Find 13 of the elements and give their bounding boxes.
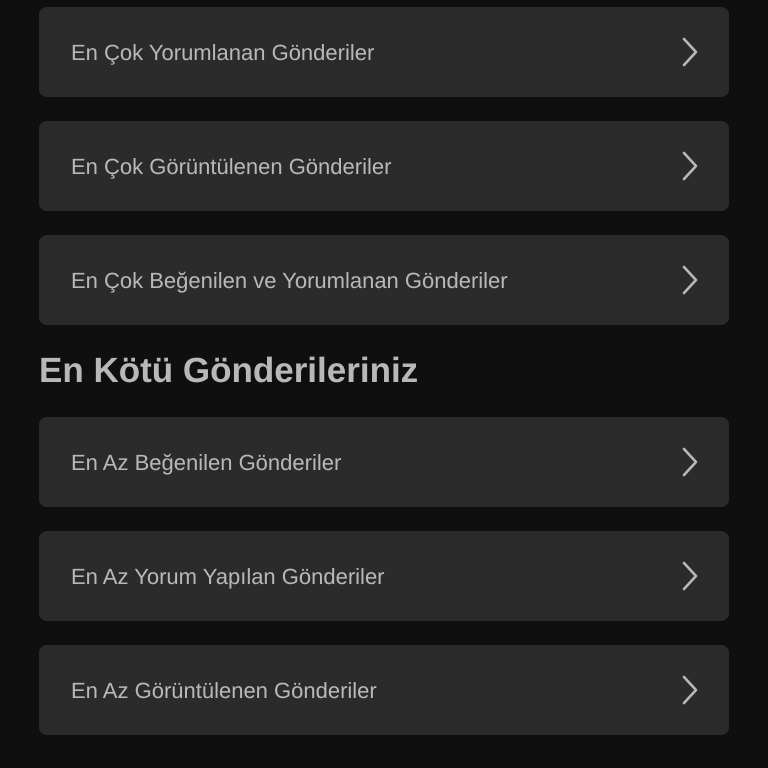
chevron-right-icon: [681, 675, 699, 705]
menu-item[interactable]: En Az Yorum Yapılan Gönderiler: [39, 531, 729, 621]
chevron-right-icon: [681, 151, 699, 181]
chevron-right-icon: [681, 561, 699, 591]
menu-item[interactable]: En Çok Yorumlanan Gönderiler: [39, 7, 729, 97]
chevron-right-icon: [681, 37, 699, 67]
chevron-right-icon: [681, 447, 699, 477]
menu-item[interactable]: En Çok Beğenilen ve Yorumlanan Gönderiler: [39, 235, 729, 325]
menu-item[interactable]: En Az Beğenilen Gönderiler: [39, 417, 729, 507]
section-heading: En Kötü Gönderileriniz: [39, 350, 418, 392]
chevron-right-icon: [681, 265, 699, 295]
menu-item[interactable]: En Çok Görüntülenen Gönderiler: [39, 121, 729, 211]
menu-item[interactable]: En Az Görüntülenen Gönderiler: [39, 645, 729, 735]
